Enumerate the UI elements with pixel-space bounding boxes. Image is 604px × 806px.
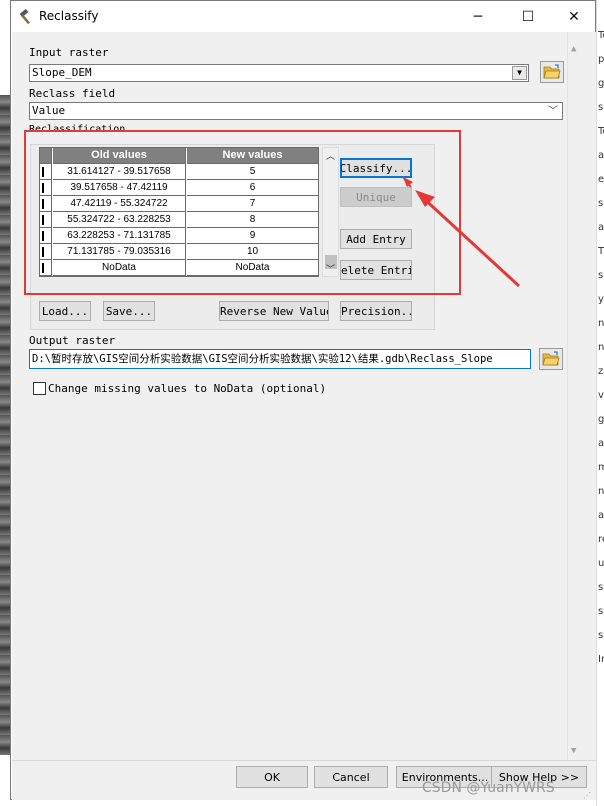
background-text-fragment: ss (598, 606, 604, 617)
background-text-fragment: up (598, 558, 604, 569)
change-missing-label: Change missing values to NoData (optiona… (48, 382, 327, 395)
background-text-fragment: va (598, 390, 604, 401)
background-text-fragment: Tc (598, 126, 604, 137)
output-raster-field[interactable]: D:\暂时存放\GIS空间分析实验数据\GIS空间分析实验数据\实验12\结果.… (29, 349, 531, 369)
background-text-fragment: m (598, 462, 604, 473)
background-image-strip (0, 95, 10, 755)
background-text-fragment: e (598, 174, 604, 185)
background-text-fragment: gy (598, 414, 604, 425)
browse-output-button[interactable] (539, 348, 563, 370)
output-raster-value: D:\暂时存放\GIS空间分析实验数据\GIS空间分析实验数据\实验12\结果.… (32, 353, 493, 365)
background-text-fragment: ss (598, 582, 604, 593)
reclassify-dialog: Reclassify ─ ☐ ✕ ▲ ▼ Input raster Slope_… (10, 0, 596, 800)
background-text-fragment: T (598, 246, 604, 257)
background-text-fragment: Im (598, 654, 604, 665)
scroll-down-icon[interactable]: ▼ (571, 746, 576, 756)
background-text-fragment: ar (598, 438, 604, 449)
background-text-fragment: ge (598, 78, 604, 89)
background-text-fragment: n (598, 342, 604, 353)
background-text-fragment: na (598, 318, 604, 329)
background-text-fragment: Tc (598, 30, 604, 41)
background-text-fragment: al (598, 150, 604, 161)
background-text-fragment: ys (598, 294, 604, 305)
background-text-fragment: re (598, 534, 604, 545)
background-text-fragment: ne (598, 486, 604, 497)
background-text-fragment: ss (598, 630, 604, 641)
output-raster-label: Output raster (29, 334, 116, 347)
background-text-fragment: s (598, 102, 604, 113)
open-folder-icon (542, 351, 560, 366)
background-right-document: Tc pe ge s Tc al e sic al Ts ys na n za va gy ar m ne ar re u… (596, 0, 604, 806)
change-missing-checkbox[interactable] (33, 382, 46, 395)
background-text-fragment: s (598, 270, 604, 281)
background-text-fragment: pe (598, 54, 604, 65)
background-text-fragment: sic (598, 198, 604, 209)
background-text-fragment: al (598, 222, 604, 233)
cancel-button[interactable]: Cancel (314, 766, 388, 788)
background-text-fragment: za (598, 366, 604, 377)
ok-button[interactable]: OK (236, 766, 308, 788)
resize-grip-icon[interactable]: ⋰ (583, 791, 591, 800)
watermark: CSDN @YuanYWRS (422, 780, 555, 796)
background-text-fragment: ar (598, 510, 604, 521)
